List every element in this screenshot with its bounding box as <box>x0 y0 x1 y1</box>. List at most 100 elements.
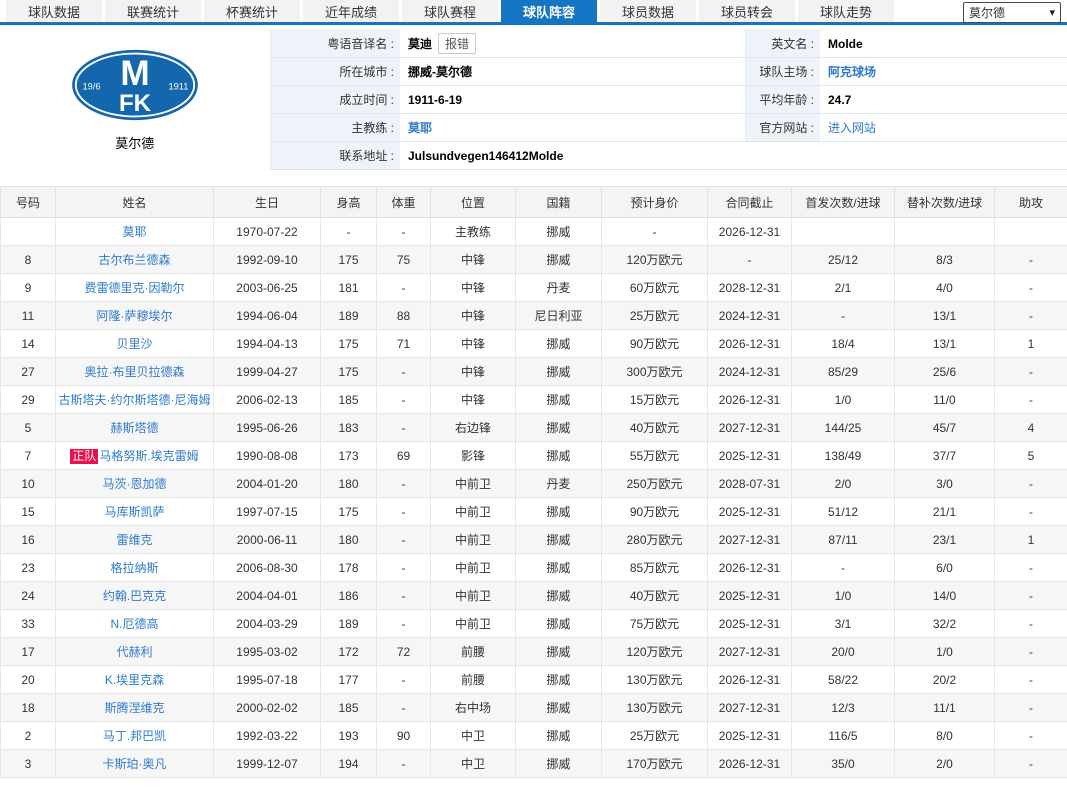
position-cell: 中锋 <box>431 330 516 358</box>
weight-cell: - <box>377 470 431 498</box>
field-value-address: Julsundvegen146412Molde <box>400 142 1067 170</box>
birthday-cell: 2000-02-02 <box>214 694 321 722</box>
report-error-button[interactable]: 报错 <box>438 33 476 54</box>
player-link[interactable]: 古尔布兰德森 <box>98 253 170 267</box>
tab-player-data[interactable]: 球员数据 <box>600 0 696 22</box>
nationality-cell: 尼日利亚 <box>516 302 602 330</box>
birthday-cell: 2004-03-29 <box>214 610 321 638</box>
home-stadium-link[interactable]: 阿克球场 <box>828 65 876 79</box>
player-link[interactable]: 赫斯塔德 <box>110 421 158 435</box>
team-info-table: 粤语音译名 :莫迪报错英文名 :Molde所在城市 :挪威-莫尔德球队主场 :阿… <box>270 30 1067 170</box>
name-cell: 格拉纳斯 <box>56 554 214 582</box>
birthday-cell: 1992-03-22 <box>214 722 321 750</box>
starts-cell: 12/3 <box>792 694 895 722</box>
col-header-nationality: 国籍 <box>516 187 602 218</box>
assists-cell: - <box>995 638 1067 666</box>
num-cell: 15 <box>1 498 56 526</box>
top-navigation: 球队数据联赛统计杯赛统计近年成绩球队赛程球队阵容球员数据球员转会球队走势 莫尔德… <box>0 0 1067 28</box>
subs-cell: 6/0 <box>895 554 995 582</box>
name-cell: 约翰.巴克克 <box>56 582 214 610</box>
nationality-cell: 挪威 <box>516 666 602 694</box>
price-cell: 60万欧元 <box>602 274 708 302</box>
player-link[interactable]: 贝里沙 <box>116 337 152 351</box>
tab-player-transfers[interactable]: 球员转会 <box>699 0 795 22</box>
tab-bar: 球队数据联赛统计杯赛统计近年成绩球队赛程球队阵容球员数据球员转会球队走势 <box>0 0 1067 25</box>
official-website-link[interactable]: 进入网站 <box>828 121 876 135</box>
player-link[interactable]: 斯腾涅维克 <box>104 701 164 715</box>
col-header-subs: 替补次数/进球 <box>895 187 995 218</box>
height-cell: 175 <box>321 358 377 386</box>
head-coach-link[interactable]: 莫耶 <box>408 121 432 135</box>
player-link[interactable]: 费雷德里克·因勒尔 <box>85 281 185 295</box>
height-cell: 181 <box>321 274 377 302</box>
name-cell: 马库斯凯萨 <box>56 498 214 526</box>
player-link[interactable]: K.埃里克森 <box>105 673 164 687</box>
starts-cell: 1/0 <box>792 386 895 414</box>
subs-cell: 20/2 <box>895 666 995 694</box>
table-row: 9费雷德里克·因勒尔2003-06-25181-中锋丹麦60万欧元2028-12… <box>1 274 1067 302</box>
player-link[interactable]: 雷维克 <box>116 533 152 547</box>
tab-cup-stats[interactable]: 杯赛统计 <box>204 0 300 22</box>
player-link[interactable]: 奥拉·布里贝拉德森 <box>85 365 185 379</box>
starts-cell: 1/0 <box>792 582 895 610</box>
assists-cell: - <box>995 274 1067 302</box>
price-cell: 170万欧元 <box>602 750 708 778</box>
subs-cell: 14/0 <box>895 582 995 610</box>
num-cell: 11 <box>1 302 56 330</box>
col-header-birthday: 生日 <box>214 187 321 218</box>
player-link[interactable]: 阿隆·萨穆埃尔 <box>97 309 173 323</box>
name-cell: 贝里沙 <box>56 330 214 358</box>
player-link[interactable]: 古斯塔夫·约尔斯塔德·尼海姆 <box>59 393 211 407</box>
height-cell: 172 <box>321 638 377 666</box>
table-row: 3卡斯珀·奥凡1999-12-07194-中卫挪威170万欧元2026-12-3… <box>1 750 1067 778</box>
subs-cell: 3/0 <box>895 470 995 498</box>
player-link[interactable]: N.厄德高 <box>110 617 158 631</box>
tab-recent-results[interactable]: 近年成绩 <box>303 0 399 22</box>
assists-cell <box>995 218 1067 246</box>
tab-league-stats[interactable]: 联赛统计 <box>105 0 201 22</box>
starts-cell: 3/1 <box>792 610 895 638</box>
player-link[interactable]: 卡斯珀·奥凡 <box>103 757 167 771</box>
birthday-cell: 2004-04-01 <box>214 582 321 610</box>
weight-cell: 72 <box>377 638 431 666</box>
player-link[interactable]: 约翰.巴克克 <box>103 589 166 603</box>
position-cell: 中前卫 <box>431 470 516 498</box>
num-cell: 23 <box>1 554 56 582</box>
player-link[interactable]: 马丁.邦巴凯 <box>103 729 166 743</box>
subs-cell: 25/6 <box>895 358 995 386</box>
col-header-weight: 体重 <box>377 187 431 218</box>
position-cell: 中锋 <box>431 246 516 274</box>
birthday-cell: 1999-12-07 <box>214 750 321 778</box>
tab-team-data[interactable]: 球队数据 <box>6 0 102 22</box>
player-link[interactable]: 格拉纳斯 <box>110 561 158 575</box>
contract-cell: 2027-12-31 <box>708 526 792 554</box>
contract-cell: 2026-12-31 <box>708 554 792 582</box>
field-label-address: 联系地址 : <box>270 142 400 170</box>
player-link[interactable]: 代赫利 <box>116 645 152 659</box>
player-link[interactable]: 莫耶 <box>122 225 146 239</box>
subs-cell: 13/1 <box>895 330 995 358</box>
num-cell: 33 <box>1 610 56 638</box>
height-cell: - <box>321 218 377 246</box>
tab-team-squad[interactable]: 球队阵容 <box>501 0 597 22</box>
contract-cell: 2026-12-31 <box>708 218 792 246</box>
nationality-cell: 挪威 <box>516 554 602 582</box>
position-cell: 影锋 <box>431 442 516 470</box>
player-link[interactable]: 马格努斯.埃克雷姆 <box>99 449 198 463</box>
table-row: 23格拉纳斯2006-08-30178-中前卫挪威85万欧元2026-12-31… <box>1 554 1067 582</box>
tab-team-schedule[interactable]: 球队赛程 <box>402 0 498 22</box>
tab-team-trend[interactable]: 球队走势 <box>798 0 894 22</box>
nationality-cell: 挪威 <box>516 218 602 246</box>
team-select[interactable]: 莫尔德 ▾ <box>963 2 1061 23</box>
starts-cell: 2/1 <box>792 274 895 302</box>
price-cell: 120万欧元 <box>602 246 708 274</box>
player-link[interactable]: 马茨·恩加德 <box>103 477 167 491</box>
birthday-cell: 1994-06-04 <box>214 302 321 330</box>
height-cell: 186 <box>321 582 377 610</box>
position-cell: 中前卫 <box>431 610 516 638</box>
birthday-cell: 2003-06-25 <box>214 274 321 302</box>
contract-cell: - <box>708 246 792 274</box>
table-row: 18斯腾涅维克2000-02-02185-右中场挪威130万欧元2027-12-… <box>1 694 1067 722</box>
name-cell: 阿隆·萨穆埃尔 <box>56 302 214 330</box>
player-link[interactable]: 马库斯凯萨 <box>104 505 164 519</box>
